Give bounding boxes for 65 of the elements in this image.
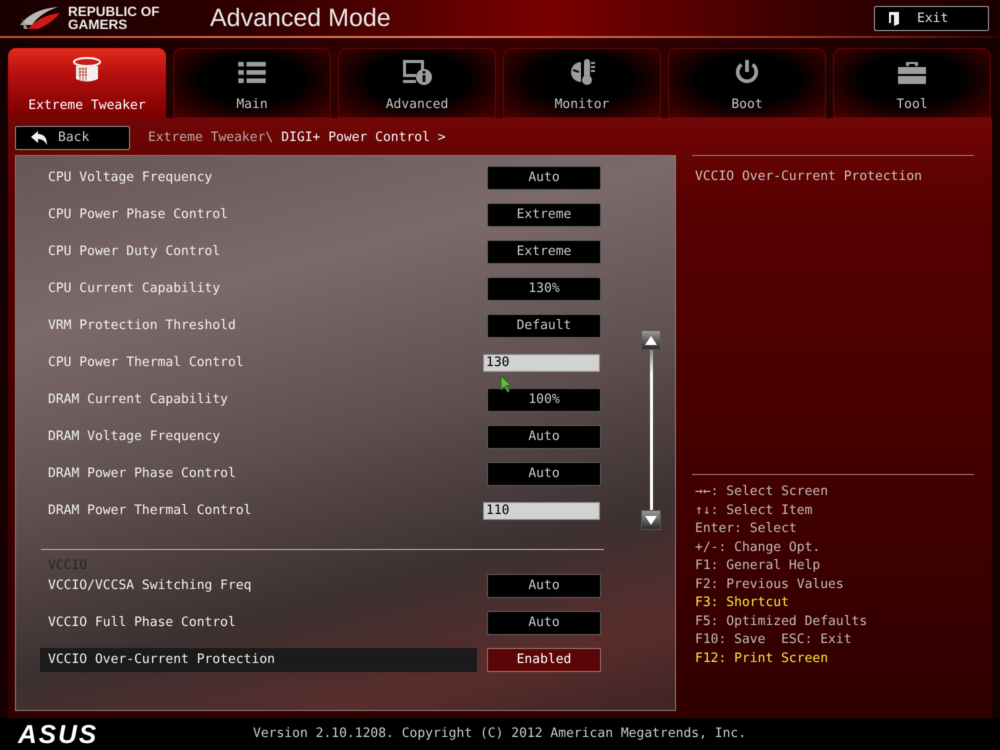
tab[interactable]: Extreme Tweaker bbox=[8, 48, 166, 118]
setting-label[interactable]: VCCIO Over-Current Protection bbox=[40, 648, 477, 672]
tab[interactable]: Boot bbox=[668, 48, 826, 118]
breadcrumb-link[interactable]: Extreme Tweaker\ bbox=[148, 128, 274, 148]
option-dropdown[interactable]: 130% bbox=[487, 276, 601, 300]
door-icon bbox=[888, 10, 900, 26]
setting-label[interactable]: VCCIO/VCCSA Switching Freq bbox=[48, 576, 252, 594]
key-hint: F5: Optimized Defaults bbox=[695, 612, 868, 630]
key-hint: →←: Select Screen bbox=[695, 483, 828, 501]
option-dropdown[interactable]: 100% bbox=[487, 388, 601, 412]
exit-button[interactable]: Exit bbox=[874, 6, 989, 31]
power-icon bbox=[734, 59, 760, 85]
page-title: Advanced Mode bbox=[210, 3, 391, 33]
breadcrumb-current: DIGI+ Power Control > bbox=[281, 129, 446, 148]
option-dropdown[interactable]: Auto bbox=[487, 610, 601, 634]
key-hint: F12: Print Screen bbox=[695, 650, 828, 668]
brand-name: REPUBLIC OF bbox=[68, 5, 161, 18]
setting-label[interactable]: DRAM Power Phase Control bbox=[48, 464, 236, 482]
setting-label[interactable]: CPU Power Thermal Control bbox=[48, 354, 244, 372]
setting-label[interactable]: VRM Protection Threshold bbox=[48, 316, 236, 334]
key-hint: F10: Save ESC: Exit bbox=[695, 631, 852, 649]
scrollbar-track[interactable] bbox=[650, 350, 652, 510]
setting-label[interactable]: DRAM Power Thermal Control bbox=[48, 502, 252, 520]
triangle-up-icon bbox=[645, 336, 657, 344]
option-dropdown[interactable]: Extreme bbox=[487, 240, 601, 264]
setting-label[interactable]: CPU Voltage Frequency bbox=[48, 168, 212, 186]
triangle-down-icon bbox=[645, 516, 657, 524]
back-button[interactable]: Back bbox=[15, 126, 130, 150]
brand-name: GAMERS bbox=[68, 18, 128, 31]
key-hint: Enter: Select bbox=[695, 520, 797, 538]
list-icon bbox=[238, 61, 266, 83]
help-description: VCCIO Over-Current Protection bbox=[695, 169, 922, 185]
setting-label[interactable]: DRAM Current Capability bbox=[48, 390, 228, 408]
tab[interactable]: Tool bbox=[833, 48, 991, 118]
option-dropdown[interactable]: Enabled bbox=[487, 648, 601, 672]
option-dropdown[interactable]: Auto bbox=[487, 574, 601, 598]
option-dropdown[interactable]: Auto bbox=[487, 166, 601, 190]
option-dropdown[interactable]: Auto bbox=[487, 424, 601, 448]
toolbox-icon bbox=[897, 60, 927, 84]
option-dropdown[interactable]: Auto bbox=[487, 462, 601, 486]
scroll-up-button[interactable] bbox=[641, 330, 661, 350]
tab[interactable]: Advanced bbox=[338, 48, 496, 118]
asus-logo: ASUS bbox=[18, 721, 100, 747]
setting-label[interactable]: CPU Current Capability bbox=[48, 280, 220, 298]
version-text: Version 2.10.1208. Copyright (C) 2012 American Megatrends, Inc. bbox=[253, 725, 746, 744]
setting-label[interactable]: DRAM Voltage Frequency bbox=[48, 428, 220, 446]
back-arrow-icon bbox=[31, 130, 49, 146]
setting-label[interactable]: VCCIO Full Phase Control bbox=[48, 614, 236, 632]
eye-logo-icon bbox=[18, 5, 62, 31]
key-hint: F3: Shortcut bbox=[695, 594, 789, 612]
option-dropdown[interactable]: Default bbox=[487, 314, 601, 338]
key-hint: F1: General Help bbox=[695, 557, 820, 575]
key-hint: F2: Previous Values bbox=[695, 576, 844, 594]
option-dropdown[interactable]: Extreme bbox=[487, 202, 601, 226]
scroll-down-button[interactable] bbox=[641, 510, 661, 530]
setting-label[interactable]: CPU Power Phase Control bbox=[48, 206, 228, 224]
number-input[interactable]: 110 bbox=[483, 502, 600, 520]
key-hint: ↑↓: Select Item bbox=[695, 502, 812, 520]
screen-info-icon bbox=[402, 59, 432, 85]
setting-label[interactable]: CPU Power Duty Control bbox=[48, 242, 220, 260]
key-hint: +/-: Change Opt. bbox=[695, 538, 820, 556]
mouse-cursor-icon bbox=[500, 375, 512, 393]
tab[interactable]: Monitor bbox=[503, 48, 661, 118]
number-input[interactable]: 130 bbox=[483, 354, 600, 372]
tab[interactable]: Main bbox=[173, 48, 331, 118]
